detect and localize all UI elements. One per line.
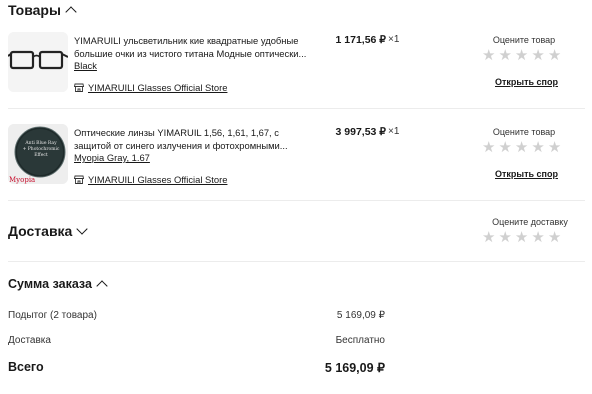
open-dispute-button[interactable]: Открыть спор: [495, 169, 558, 179]
star-icon[interactable]: ★: [498, 140, 511, 155]
order-item: Anti Blue Ray + Photochromic Effect Myop…: [8, 124, 585, 212]
product-price: 1 171,56 ₽: [335, 34, 386, 46]
summary-heading: Сумма заказа: [8, 277, 92, 291]
subtotal-row: Подытог (2 товара) 5 169,09 ₽: [8, 310, 385, 321]
product-star-rating[interactable]: ★ ★ ★ ★ ★: [482, 140, 561, 155]
shipping-row: Доставка Бесплатно: [8, 335, 385, 346]
shipping-value: Бесплатно: [335, 335, 385, 346]
product-variant[interactable]: Black: [74, 60, 97, 71]
product-image-glasses[interactable]: [8, 32, 68, 92]
store-link[interactable]: YIMARUILI Glasses Official Store: [74, 174, 227, 185]
total-value: 5 169,09 ₽: [324, 361, 385, 375]
delivery-section-toggle[interactable]: Доставка: [8, 223, 89, 239]
lens-label: Anti Blue Ray + Photochromic Effect: [22, 141, 60, 158]
divider: [8, 108, 585, 109]
glasses-icon: [8, 32, 68, 92]
star-icon[interactable]: ★: [515, 230, 528, 245]
product-image-lens[interactable]: Anti Blue Ray + Photochromic Effect Myop…: [8, 124, 68, 184]
star-icon[interactable]: ★: [548, 230, 561, 245]
shipping-label: Доставка: [8, 335, 51, 346]
product-quantity: ×1: [388, 34, 400, 45]
order-item: YIMARUILI ульсветильник кие квадратные у…: [8, 32, 585, 120]
chevron-down-icon: [76, 223, 89, 235]
star-icon[interactable]: ★: [498, 230, 511, 245]
star-icon[interactable]: ★: [498, 48, 511, 63]
star-icon[interactable]: ★: [482, 48, 495, 63]
star-icon[interactable]: ★: [531, 140, 544, 155]
chevron-up-icon: [65, 6, 77, 18]
total-label: Всего: [8, 360, 44, 374]
goods-heading: Товары: [8, 2, 61, 18]
lens-caption: Myopia: [9, 176, 36, 184]
star-icon[interactable]: ★: [548, 140, 561, 155]
goods-section-toggle[interactable]: Товары: [8, 2, 77, 18]
product-title[interactable]: YIMARUILI ульсветильник кие квадратные у…: [74, 34, 309, 60]
summary-section-toggle[interactable]: Сумма заказа: [8, 277, 108, 292]
star-icon[interactable]: ★: [531, 48, 544, 63]
star-icon[interactable]: ★: [548, 48, 561, 63]
star-icon[interactable]: ★: [482, 230, 495, 245]
rate-delivery-label: Оцените доставку: [492, 217, 568, 227]
divider: [8, 261, 585, 262]
store-icon: [74, 175, 84, 184]
product-price: 3 997,53 ₽: [335, 126, 386, 138]
star-icon[interactable]: ★: [482, 140, 495, 155]
product-variant[interactable]: Myopia Gray, 1.67: [74, 152, 150, 163]
divider: [8, 200, 585, 201]
product-title[interactable]: Оптические линзы YIMARUIL 1,56, 1,61, 1,…: [74, 126, 309, 152]
store-icon: [74, 83, 84, 92]
product-star-rating[interactable]: ★ ★ ★ ★ ★: [482, 48, 561, 63]
star-icon[interactable]: ★: [515, 140, 528, 155]
star-icon[interactable]: ★: [515, 48, 528, 63]
product-quantity: ×1: [388, 126, 400, 137]
store-link[interactable]: YIMARUILI Glasses Official Store: [74, 82, 227, 93]
delivery-heading: Доставка: [8, 223, 73, 239]
subtotal-label: Подытог (2 товара): [8, 310, 97, 321]
chevron-up-icon: [96, 280, 108, 292]
total-row: Всего 5 169,09 ₽: [8, 360, 385, 375]
rate-product-label: Оцените товар: [492, 35, 556, 45]
rate-product-label: Оцените товар: [492, 127, 556, 137]
store-name: YIMARUILI Glasses Official Store: [88, 82, 228, 93]
delivery-star-rating[interactable]: ★ ★ ★ ★ ★: [482, 230, 561, 245]
open-dispute-button[interactable]: Открыть спор: [495, 77, 558, 87]
star-icon[interactable]: ★: [531, 230, 544, 245]
store-name: YIMARUILI Glasses Official Store: [88, 174, 228, 185]
subtotal-value: 5 169,09 ₽: [336, 310, 385, 321]
